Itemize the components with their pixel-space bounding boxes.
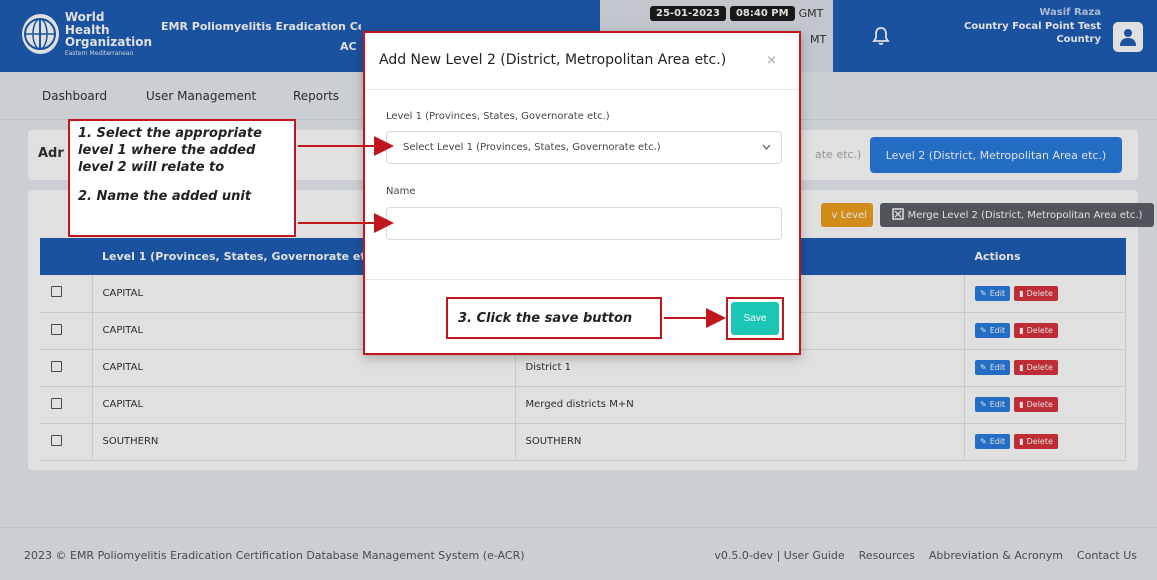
name-input[interactable] [386,207,782,240]
level1-select-value: Select Level 1 (Provinces, States, Gover… [403,142,661,153]
modal-divider [365,89,799,90]
modal-title: Add New Level 2 (District, Metropolitan … [379,52,727,68]
level1-select[interactable]: Select Level 1 (Provinces, States, Gover… [386,131,782,164]
close-icon[interactable]: × [766,53,777,68]
save-button-highlight: Save [726,297,784,340]
name-label: Name [386,186,416,197]
callout-steps-1-2: 1. Select the appropriate level 1 where … [68,119,296,237]
level1-label: Level 1 (Provinces, States, Governorate … [386,111,610,122]
callout-step3: 3. Click the save button [446,297,662,339]
callout-step1-line2: level 1 where the added [78,143,256,159]
chevron-down-icon [762,142,771,153]
modal-divider [365,279,799,280]
callout-step1-line3: level 2 will relate to [78,160,225,176]
callout-step2: 2. Name the added unit [78,189,252,205]
callout-step1-line1: 1. Select the appropriate [78,126,262,141]
save-button[interactable]: Save [731,302,779,335]
